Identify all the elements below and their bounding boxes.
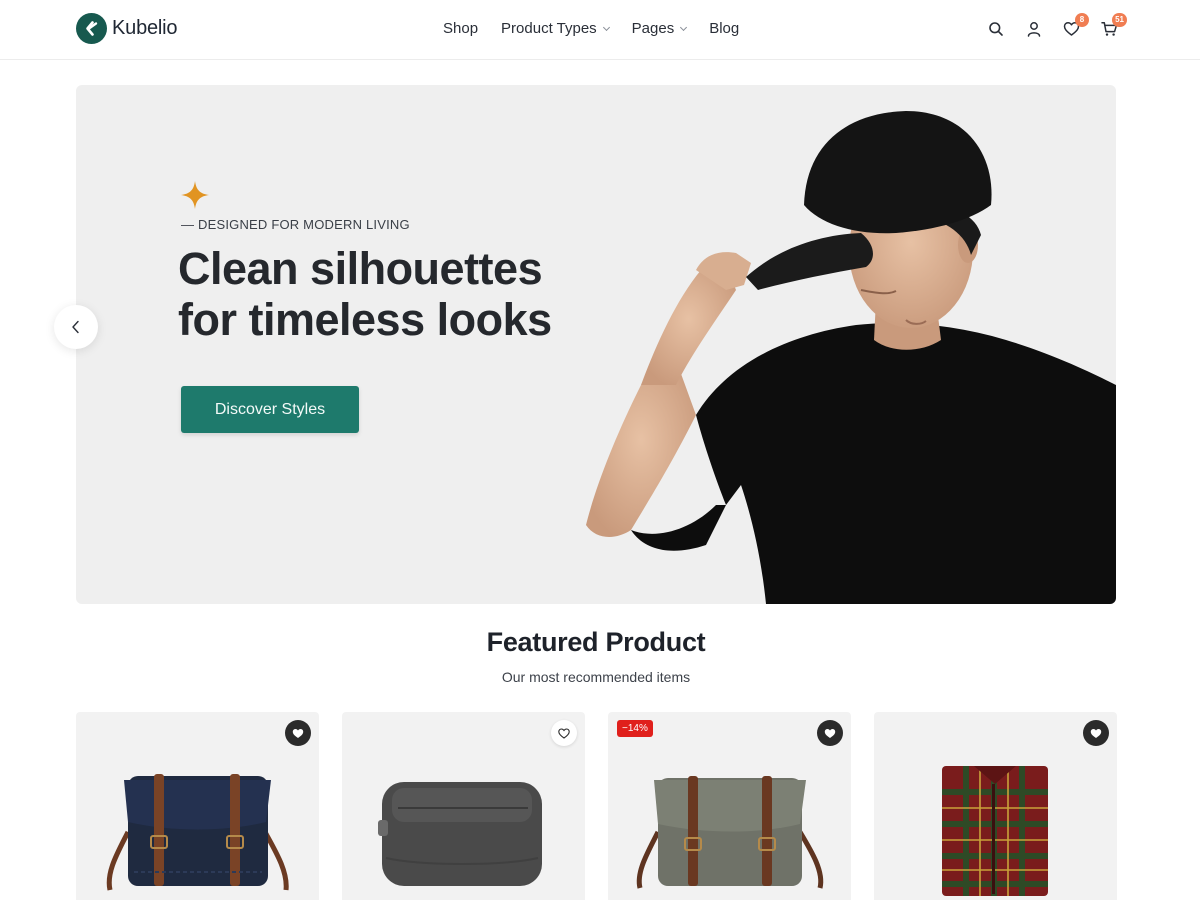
nav-item-shop[interactable]: Shop [443,20,478,37]
product-grid: −14% [76,712,1117,900]
sale-badge: −14% [617,720,653,737]
cart-button[interactable]: 51 [1100,13,1127,38]
wishlist-toggle[interactable] [551,720,577,746]
cart-count-badge: 51 [1112,13,1127,27]
wishlist-toggle[interactable] [1083,720,1109,746]
product-image [378,782,542,886]
heart-icon [824,728,836,738]
search-button[interactable] [986,19,1005,38]
product-image [636,776,824,889]
chevron-left-icon [72,320,79,334]
logo-icon [76,13,107,44]
nav-item-label: Shop [443,20,479,37]
featured-section-title: Featured Product [486,627,706,657]
wishlist-count-badge: 8 [1075,13,1089,27]
wishlist-toggle[interactable] [285,720,311,746]
logo[interactable]: Kubelio [76,13,178,44]
hero-title-line-1: Clean silhouettes [178,243,543,294]
nav-item-label: Product Types [501,20,597,37]
product-card[interactable] [342,712,585,900]
product-image [942,766,1048,896]
hero-prev-button[interactable] [54,305,98,349]
product-card[interactable] [874,712,1117,900]
hero-eyebrow: — DESIGNED FOR MODERN LIVING [181,217,410,232]
wishlist-toggle[interactable] [817,720,843,746]
featured-section-subtitle: Our most recommended items [501,669,691,685]
sparkle-icon [181,181,209,209]
site-header: Kubelio Shop Product Types Pages Blog 8 … [0,0,1200,60]
heart-icon [1090,728,1102,738]
heart-outline-icon [558,727,570,739]
nav-item-pages[interactable]: Pages [631,20,688,37]
nav-item-blog[interactable]: Blog [709,20,739,37]
chevron-down-icon [680,23,688,31]
main-nav: Shop Product Types Pages Blog [443,20,739,37]
heart-icon [292,728,304,738]
account-button[interactable] [1024,19,1043,38]
hero-title: Clean silhouettes for timeless looks [178,243,638,345]
hero-model-image [586,111,1116,604]
user-icon [1027,21,1040,37]
discover-styles-button[interactable]: Discover Styles [181,386,359,433]
logo-text: Kubelio [112,17,178,39]
wishlist-button[interactable]: 8 [1062,13,1089,38]
product-card[interactable]: −14% [608,712,851,900]
product-image [106,774,289,891]
hero-title-line-2: for timeless looks [178,294,552,345]
product-card[interactable] [76,712,319,900]
search-icon [988,21,1003,36]
chevron-down-icon [602,23,610,31]
nav-item-product-types[interactable]: Product Types [501,20,610,37]
nav-item-label: Pages [631,20,675,37]
nav-item-label: Blog [709,20,740,37]
header-actions: 8 51 [986,13,1127,38]
hero-banner: — DESIGNED FOR MODERN LIVING Clean silho… [76,85,1116,604]
